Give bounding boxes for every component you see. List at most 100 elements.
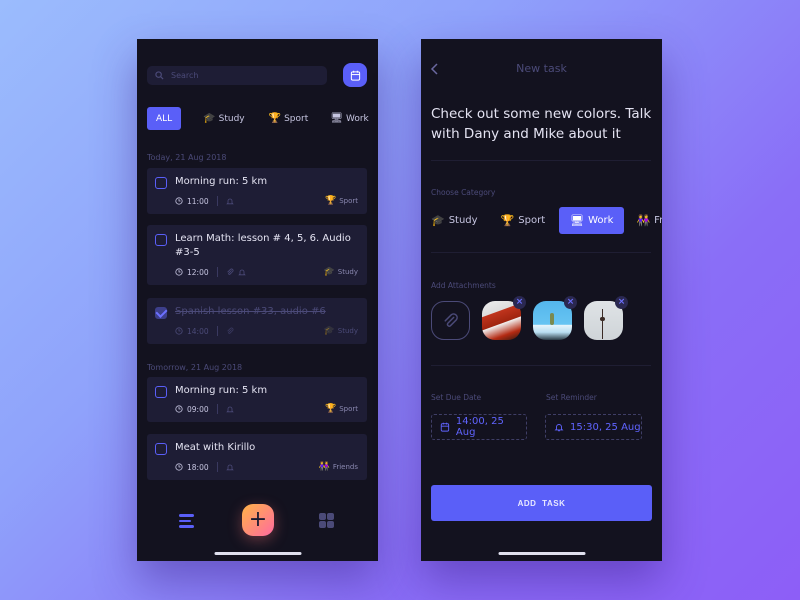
category-label: Sport (518, 215, 546, 226)
reminder-value: 15:30, 25 Aug (570, 421, 641, 433)
task-meta: 14:00 (175, 326, 238, 336)
attachment-thumbnail[interactable]: × (533, 296, 577, 340)
category-label: Friends (654, 215, 662, 226)
reminder-picker[interactable]: 15:30, 25 Aug (545, 414, 642, 440)
grid-view-icon[interactable] (319, 513, 334, 528)
search-icon (155, 71, 164, 80)
task-checkbox[interactable] (155, 177, 167, 189)
task-list-screen: ALL 🎓Study 🏆Sport 🖥Work Today, 21 Aug 20… (137, 39, 378, 561)
attachments-row: × × × (431, 296, 635, 340)
clock-icon (175, 197, 183, 205)
task-meta: 09:00 (175, 404, 238, 414)
calendar-icon (440, 422, 450, 432)
category-label: Work (588, 215, 614, 226)
trophy-icon: 🏆 (324, 196, 337, 206)
remove-attachment-icon[interactable]: × (564, 296, 577, 309)
task-checkbox[interactable] (155, 443, 167, 455)
clock-icon (175, 327, 183, 335)
filter-label: ALL (156, 113, 173, 124)
divider (431, 160, 651, 161)
filter-label: Work (345, 113, 369, 124)
search-bar[interactable] (147, 66, 327, 85)
due-date-label: Set Due Date (431, 393, 482, 402)
date-header-tomorrow: Tomorrow, 21 Aug 2018 (147, 363, 243, 372)
calendar-button[interactable] (343, 63, 367, 87)
attachment-thumbnail[interactable]: × (482, 296, 526, 340)
task-time: 14:00 (187, 326, 209, 336)
category-sport[interactable]: 🏆 Sport (501, 207, 546, 234)
bottom-navigation: + (137, 502, 378, 542)
task-time: 18:00 (187, 462, 209, 472)
remove-attachment-icon[interactable]: × (615, 296, 628, 309)
filter-work[interactable]: 🖥 Work (330, 107, 369, 130)
add-task-fab[interactable]: + (242, 504, 274, 536)
category-label: Sport (339, 405, 358, 413)
friends-icon: 👭 (318, 462, 330, 472)
divider (431, 365, 651, 366)
graduation-cap-icon: 🎓 (203, 113, 216, 124)
task-title: Learn Math: lesson # 4, 5, 6. Audio #3-5 (175, 233, 351, 258)
task-checkbox-checked[interactable] (155, 307, 167, 319)
attachment-thumbnail[interactable]: × (584, 296, 628, 340)
task-checkbox[interactable] (155, 234, 167, 246)
task-time: 11:00 (187, 196, 209, 206)
task-time: 09:00 (187, 404, 209, 414)
remove-attachment-icon[interactable]: × (513, 296, 526, 309)
task-time: 12:00 (187, 267, 209, 277)
due-date-picker[interactable]: 14:00, 25 Aug (431, 414, 527, 440)
divider (431, 252, 651, 253)
category-label: Study (337, 268, 358, 276)
task-title: Spanish lesson #33, audio #6 (175, 306, 326, 317)
friends-icon: 👭 (636, 214, 651, 227)
task-item[interactable]: Morning run: 5 km 09:00 🏆 Sport (147, 377, 367, 422)
category-label: Study (337, 327, 358, 335)
monitor-icon: 🖥 (570, 214, 585, 227)
category-label: Sport (339, 197, 358, 205)
task-checkbox[interactable] (155, 386, 167, 398)
category-selector: 🎓Study 🏆Sport 🖥Work 👭Friends (431, 207, 662, 234)
reminder-label: Set Reminder (546, 393, 597, 402)
divider (216, 267, 218, 277)
home-indicator (214, 552, 301, 555)
graduation-cap-icon: 🎓 (323, 326, 335, 336)
add-attachments-label: Add Attachments (431, 281, 496, 290)
paperclip-icon (444, 312, 458, 327)
list-menu-icon[interactable] (179, 514, 194, 528)
category-work[interactable]: 🖥 Work (559, 207, 625, 234)
filter-sport[interactable]: 🏆 Sport (269, 107, 309, 130)
trophy-icon: 🏆 (324, 404, 337, 414)
graduation-cap-icon: 🎓 (323, 267, 335, 277)
filter-study[interactable]: 🎓 Study (203, 107, 244, 130)
task-item[interactable]: Morning run: 5 km 11:00 🏆 Sport (147, 168, 367, 214)
bell-icon (225, 198, 234, 205)
task-item[interactable]: Meat with Kirillo 18:00 👭 Friends (147, 434, 367, 480)
home-indicator (498, 552, 585, 555)
date-header-today: Today, 21 Aug 2018 (147, 153, 227, 162)
category-friends[interactable]: 👭Friends (636, 207, 662, 234)
add-task-button[interactable]: ADD TASK (431, 485, 652, 521)
new-task-screen: New task Check out some new colors. Talk… (421, 39, 662, 561)
graduation-cap-icon: 🎓 (431, 214, 445, 227)
divider (216, 326, 218, 336)
task-category: 🏆 Sport (325, 404, 358, 414)
task-meta: 11:00 (175, 196, 238, 206)
screen-title: New task (516, 62, 567, 75)
filter-label: Sport (284, 113, 309, 124)
filter-all[interactable]: ALL (147, 107, 182, 130)
monitor-icon: 🖥 (330, 113, 343, 124)
task-category: 🎓 Study (324, 267, 358, 277)
category-study[interactable]: 🎓 Study (431, 207, 478, 234)
task-item[interactable]: Learn Math: lesson # 4, 5, 6. Audio #3-5… (147, 225, 367, 285)
task-title: Morning run: 5 km (175, 176, 268, 187)
task-meta: 12:00 (175, 267, 250, 277)
bell-icon (225, 464, 234, 471)
divider (216, 462, 218, 472)
task-category: 👭 Friends (319, 462, 358, 472)
task-item-completed[interactable]: Spanish lesson #33, audio #6 14:00 🎓 Stud… (147, 298, 367, 344)
task-title: Meat with Kirillo (175, 442, 256, 453)
trophy-icon: 🏆 (268, 113, 282, 124)
divider (216, 404, 218, 414)
add-attachment-button[interactable] (431, 301, 470, 340)
task-description-input[interactable]: Check out some new colors. Talk with Dan… (431, 104, 653, 144)
search-input[interactable] (171, 71, 311, 80)
